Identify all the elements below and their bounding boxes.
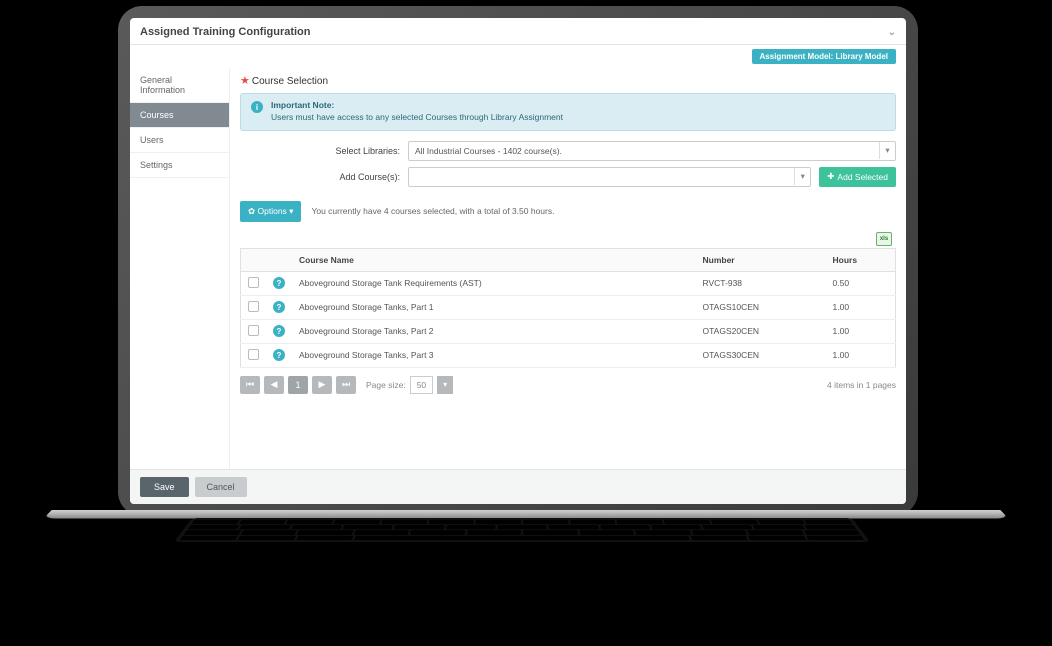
- page-title: Assigned Training Configuration: [140, 26, 311, 38]
- pager-next-button[interactable]: ▶: [312, 376, 332, 394]
- col-hours[interactable]: Hours: [826, 248, 896, 271]
- table-row: ? Aboveground Storage Tanks, Part 3 OTAG…: [241, 343, 896, 367]
- table-row: ? Aboveground Storage Tanks, Part 2 OTAG…: [241, 319, 896, 343]
- cell-name: Aboveground Storage Tanks, Part 2: [292, 319, 696, 343]
- table-header-row: Course Name Number Hours: [241, 248, 896, 271]
- cell-hours: 1.00: [826, 295, 896, 319]
- pager-page-current[interactable]: 1: [288, 376, 308, 394]
- add-courses-dropdown[interactable]: ▾: [408, 167, 811, 187]
- sidebar-item-courses[interactable]: Courses: [130, 103, 229, 128]
- sidebar-item-label: Users: [140, 135, 164, 145]
- options-row: ✿ Options ▾ You currently have 4 courses…: [240, 201, 896, 222]
- col-course-name[interactable]: Course Name: [292, 248, 696, 271]
- pager: ⏮ ◀ 1 ▶ ⏭ Page size: 50 ▾ 4 items in 1 p…: [240, 376, 896, 394]
- export-excel-icon[interactable]: xls: [876, 232, 892, 246]
- row-checkbox[interactable]: [248, 349, 259, 360]
- chevron-down-icon: ▾: [289, 206, 293, 216]
- pager-info: 4 items in 1 pages: [827, 380, 896, 390]
- add-courses-label: Add Course(s):: [240, 172, 400, 182]
- save-button[interactable]: Save: [140, 477, 189, 497]
- chevron-down-icon: ▾: [794, 168, 810, 185]
- page-size-dropdown[interactable]: ▾: [437, 376, 453, 394]
- cell-number: RVCT-938: [696, 271, 826, 295]
- col-check: [241, 248, 267, 271]
- cell-name: Aboveground Storage Tank Requirements (A…: [292, 271, 696, 295]
- cell-name: Aboveground Storage Tanks, Part 1: [292, 295, 696, 319]
- titlebar: Assigned Training Configuration ⌄: [130, 18, 906, 45]
- cell-number: OTAGS30CEN: [696, 343, 826, 367]
- app-root: Assigned Training Configuration ⌄ Assign…: [130, 18, 906, 504]
- pager-first-button[interactable]: ⏮: [240, 376, 260, 394]
- gear-icon: ✿: [248, 206, 255, 216]
- sidebar-item-general[interactable]: General Information: [130, 68, 229, 103]
- info-icon: i: [251, 101, 263, 113]
- select-libraries-dropdown[interactable]: All Industrial Courses - 1402 course(s).…: [408, 141, 896, 161]
- add-selected-label: Add Selected: [837, 172, 888, 182]
- info-note-text: Important Note: Users must have access t…: [271, 100, 563, 124]
- assignment-model-badge: Assignment Model: Library Model: [752, 49, 896, 64]
- main-panel: ★Course Selection i Important Note: User…: [230, 68, 906, 469]
- plus-icon: ✚: [827, 171, 834, 182]
- select-libraries-value: All Industrial Courses - 1402 course(s).: [415, 146, 562, 156]
- cell-hours: 1.00: [826, 319, 896, 343]
- info-note-title: Important Note:: [271, 100, 563, 112]
- sidebar-item-users[interactable]: Users: [130, 128, 229, 153]
- cell-hours: 1.00: [826, 343, 896, 367]
- courses-table: Course Name Number Hours ? Aboveground S…: [240, 248, 896, 368]
- cell-number: OTAGS10CEN: [696, 295, 826, 319]
- laptop-screen: Assigned Training Configuration ⌄ Assign…: [130, 18, 906, 504]
- row-checkbox[interactable]: [248, 325, 259, 336]
- cancel-button[interactable]: Cancel: [195, 477, 247, 497]
- row-checkbox[interactable]: [248, 301, 259, 312]
- sidebar-item-label: General Information: [140, 75, 185, 95]
- help-icon[interactable]: ?: [273, 349, 285, 361]
- chevron-down-icon: ▾: [879, 142, 895, 159]
- options-button[interactable]: ✿ Options ▾: [240, 201, 301, 222]
- select-libraries-label: Select Libraries:: [240, 146, 400, 156]
- selection-summary: You currently have 4 courses selected, w…: [311, 206, 554, 216]
- cell-name: Aboveground Storage Tanks, Part 3: [292, 343, 696, 367]
- body: General Information Courses Users Settin…: [130, 68, 906, 469]
- info-note: i Important Note: Users must have access…: [240, 93, 896, 131]
- info-note-body: Users must have access to any selected C…: [271, 112, 563, 122]
- page-size-label: Page size:: [366, 380, 406, 390]
- col-number[interactable]: Number: [696, 248, 826, 271]
- col-help: [266, 248, 292, 271]
- pager-prev-button[interactable]: ◀: [264, 376, 284, 394]
- add-courses-row: Add Course(s): ▾ ✚ Add Selected: [240, 167, 896, 187]
- add-selected-button[interactable]: ✚ Add Selected: [819, 167, 896, 187]
- required-star-icon: ★: [240, 75, 250, 87]
- section-title: ★Course Selection: [240, 74, 896, 87]
- sidebar-item-label: Settings: [140, 160, 173, 170]
- page-size-value[interactable]: 50: [410, 376, 433, 394]
- footer: Save Cancel: [130, 469, 906, 504]
- row-checkbox[interactable]: [248, 277, 259, 288]
- badge-row: Assignment Model: Library Model: [130, 45, 906, 68]
- sidebar-item-settings[interactable]: Settings: [130, 153, 229, 178]
- help-icon[interactable]: ?: [273, 325, 285, 337]
- sidebar-item-label: Courses: [140, 110, 174, 120]
- collapse-icon[interactable]: ⌄: [888, 27, 896, 38]
- help-icon[interactable]: ?: [273, 301, 285, 313]
- table-row: ? Aboveground Storage Tank Requirements …: [241, 271, 896, 295]
- laptop-keyboard: [174, 518, 870, 542]
- export-row: xls: [240, 230, 896, 248]
- help-icon[interactable]: ?: [273, 277, 285, 289]
- cell-number: OTAGS20CEN: [696, 319, 826, 343]
- pager-last-button[interactable]: ⏭: [336, 376, 356, 394]
- cell-hours: 0.50: [826, 271, 896, 295]
- options-label: Options: [258, 206, 287, 216]
- select-libraries-row: Select Libraries: All Industrial Courses…: [240, 141, 896, 161]
- laptop-frame: Assigned Training Configuration ⌄ Assign…: [118, 6, 918, 516]
- table-row: ? Aboveground Storage Tanks, Part 1 OTAG…: [241, 295, 896, 319]
- section-title-text: Course Selection: [252, 76, 328, 87]
- sidebar: General Information Courses Users Settin…: [130, 68, 230, 469]
